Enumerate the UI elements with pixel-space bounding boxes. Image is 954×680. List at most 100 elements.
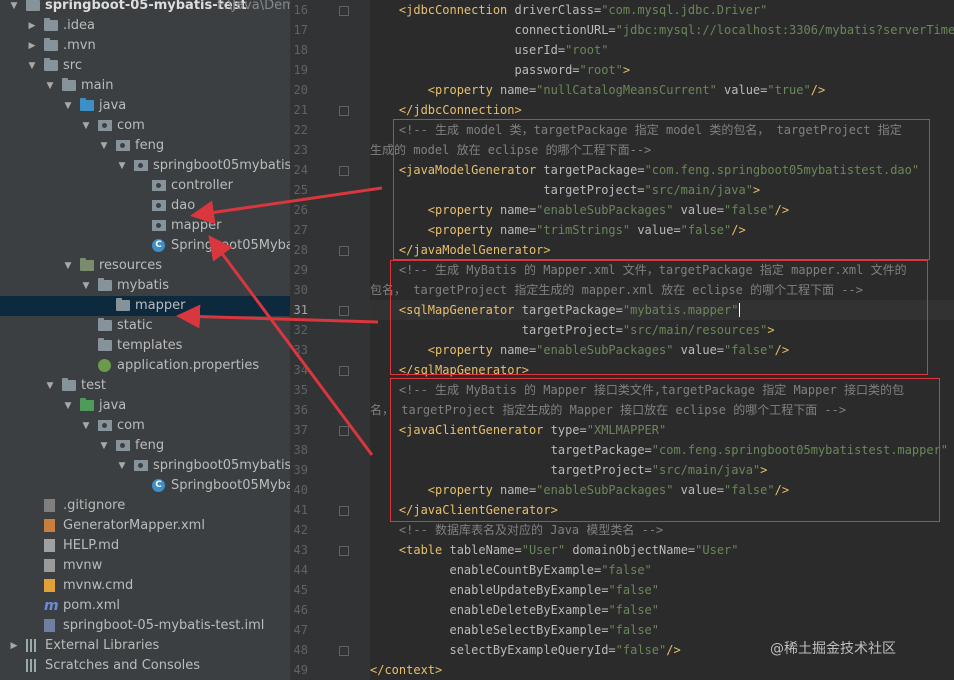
tree-item[interactable]: ▼ springboot05mybatistest xyxy=(0,456,290,476)
tree-item[interactable]: .gitignore xyxy=(0,496,290,516)
chevron-down-icon[interactable]: ▼ xyxy=(80,116,92,136)
folder-icon xyxy=(98,338,112,351)
chevron-down-icon[interactable]: ▼ xyxy=(80,276,92,296)
tree-item[interactable]: mvnw xyxy=(0,556,290,576)
fold-marker-icon[interactable] xyxy=(339,426,349,436)
code-line[interactable]: enableSelectByExample="false" xyxy=(370,620,659,640)
tree-item[interactable]: ▼ feng xyxy=(0,436,290,456)
tree-item[interactable]: Scratches and Consoles xyxy=(0,656,290,676)
tree-item[interactable]: templates xyxy=(0,336,290,356)
tree-item-label: src xyxy=(63,58,82,73)
tree-item[interactable]: GeneratorMapper.xml xyxy=(0,516,290,536)
fold-marker-icon[interactable] xyxy=(339,246,349,256)
line-number: 23 xyxy=(293,143,308,157)
code-line[interactable]: password="root"> xyxy=(370,60,631,80)
tree-item[interactable]: ▼ resources xyxy=(0,256,290,276)
tree-item[interactable]: ▼ com xyxy=(0,116,290,136)
markdown-file-icon xyxy=(44,539,55,552)
code-line[interactable]: userId="root" xyxy=(370,40,609,60)
code-token: "root" xyxy=(565,43,609,57)
client-generator-highlight-box xyxy=(390,378,940,522)
tree-item[interactable]: ▶ .mvn xyxy=(0,36,290,56)
tree-item[interactable]: ▼ java xyxy=(0,396,290,416)
code-line[interactable]: selectByExampleQueryId="false"/> xyxy=(370,640,680,660)
tree-item[interactable]: ▼ com xyxy=(0,416,290,436)
chevron-down-icon[interactable]: ▼ xyxy=(62,96,74,116)
code-line[interactable]: <jdbcConnection driverClass="com.mysql.j… xyxy=(370,0,767,20)
line-number: 25 xyxy=(293,183,308,197)
chevron-right-icon[interactable]: ▶ xyxy=(8,636,20,656)
line-number: 49 xyxy=(293,663,308,677)
tree-item[interactable]: dao xyxy=(0,196,290,216)
chevron-down-icon[interactable]: ▼ xyxy=(62,396,74,416)
code-line[interactable]: enableUpdateByExample="false" xyxy=(370,580,659,600)
tree-item[interactable]: ▼ mybatis xyxy=(0,276,290,296)
tree-item-label: mvnw xyxy=(63,558,103,573)
tree-item[interactable]: C Springboot05MybatisT xyxy=(0,236,290,256)
tree-item[interactable]: ▼springboot-05-mybatis-testF:\Java\Demo\ xyxy=(0,0,290,16)
tree-item[interactable]: m pom.xml xyxy=(0,596,290,616)
tree-item[interactable]: ▼ springboot05mybatistest xyxy=(0,156,290,176)
code-line[interactable]: </jdbcConnection> xyxy=(370,100,522,120)
tree-item[interactable]: static xyxy=(0,316,290,336)
chevron-down-icon[interactable]: ▼ xyxy=(8,0,20,16)
chevron-down-icon[interactable]: ▼ xyxy=(80,416,92,436)
code-line[interactable]: <table tableName="User" domainObjectName… xyxy=(370,540,739,560)
code-token: domainObjectName= xyxy=(565,543,696,557)
code-token: "true" xyxy=(767,83,811,97)
tree-item[interactable]: ▼ src xyxy=(0,56,290,76)
tree-item[interactable]: ▼ java xyxy=(0,96,290,116)
chevron-down-icon[interactable]: ▼ xyxy=(98,136,110,156)
line-number: 21 xyxy=(293,103,308,117)
code-token: userId= xyxy=(514,43,566,57)
tree-item[interactable]: HELP.md xyxy=(0,536,290,556)
chevron-down-icon[interactable]: ▼ xyxy=(26,56,38,76)
tree-item[interactable]: mvnw.cmd xyxy=(0,576,290,596)
tree-item[interactable]: ▶ External Libraries xyxy=(0,636,290,656)
tree-item[interactable]: C Springboot05MybatisT xyxy=(0,476,290,496)
chevron-down-icon[interactable]: ▼ xyxy=(44,376,56,396)
tree-item-label: Springboot05MybatisT xyxy=(171,238,290,253)
fold-marker-icon[interactable] xyxy=(339,506,349,516)
code-line[interactable]: <!-- 数据库表名及对应的 Java 模型类名 --> xyxy=(370,520,663,540)
tree-item[interactable]: ▼ feng xyxy=(0,136,290,156)
code-line[interactable]: <property name="nullCatalogMeansCurrent"… xyxy=(370,80,825,100)
resources-folder-icon xyxy=(80,258,94,271)
chevron-down-icon[interactable]: ▼ xyxy=(44,76,56,96)
line-number: 38 xyxy=(293,443,308,457)
fold-marker-icon[interactable] xyxy=(339,546,349,556)
line-number: 36 xyxy=(293,403,308,417)
fold-marker-icon[interactable] xyxy=(339,106,349,116)
chevron-right-icon[interactable]: ▶ xyxy=(26,16,38,36)
fold-marker-icon[interactable] xyxy=(339,646,349,656)
chevron-down-icon[interactable]: ▼ xyxy=(98,436,110,456)
tree-item[interactable]: ▶ .idea xyxy=(0,16,290,36)
tree-item[interactable]: springboot-05-mybatis-test.iml xyxy=(0,616,290,636)
tree-item[interactable]: controller xyxy=(0,176,290,196)
chevron-down-icon[interactable]: ▼ xyxy=(62,256,74,276)
chevron-right-icon[interactable]: ▶ xyxy=(26,36,38,56)
fold-marker-icon[interactable] xyxy=(339,306,349,316)
folder-icon xyxy=(116,298,130,311)
fold-marker-icon[interactable] xyxy=(339,366,349,376)
code-line[interactable]: </context> xyxy=(370,660,442,680)
tree-item[interactable]: ▼ test xyxy=(0,376,290,396)
chevron-down-icon[interactable]: ▼ xyxy=(116,456,128,476)
fold-marker-icon[interactable] xyxy=(339,6,349,16)
chevron-down-icon[interactable]: ▼ xyxy=(116,156,128,176)
line-number: 26 xyxy=(293,203,308,217)
code-line[interactable]: connectionURL="jdbc:mysql://localhost:33… xyxy=(370,20,954,40)
code-line[interactable]: enableDeleteByExample="false" xyxy=(370,600,659,620)
fold-marker-icon[interactable] xyxy=(339,166,349,176)
code-line[interactable]: enableCountByExample="false" xyxy=(370,560,651,580)
tree-item-label: templates xyxy=(117,338,183,353)
line-number: 18 xyxy=(293,43,308,57)
tree-item[interactable]: mapper xyxy=(0,296,290,316)
tree-item[interactable]: application.properties xyxy=(0,356,290,376)
code-token: connectionURL= xyxy=(514,23,616,37)
tree-item[interactable]: mapper xyxy=(0,216,290,236)
tree-item[interactable]: ▼ main xyxy=(0,76,290,96)
